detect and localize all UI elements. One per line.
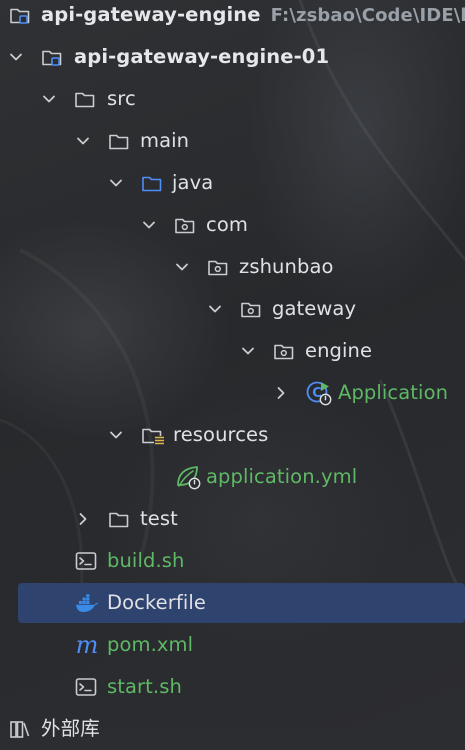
chevron-down-icon[interactable] — [141, 217, 157, 233]
module-folder-icon — [9, 4, 31, 26]
root-module-path: F:\zsbao\Code\IDE\bu — [270, 4, 465, 26]
resources-folder-icon — [141, 424, 167, 446]
tree-row-dockerfile[interactable]: Dockerfile — [0, 582, 465, 624]
tree-row-main[interactable]: main — [0, 120, 465, 162]
external-libraries-icon — [9, 718, 31, 740]
application-label: Application — [338, 381, 449, 404]
start-sh-label: start.sh — [107, 675, 182, 698]
java-label: java — [172, 171, 214, 194]
tree-row-external-libraries[interactable]: 外部库 — [0, 708, 465, 750]
chevron-down-icon[interactable] — [207, 301, 223, 317]
tree-row-com[interactable]: com — [0, 204, 465, 246]
tree-row-engine[interactable]: engine — [0, 330, 465, 372]
tree-row-build-sh[interactable]: build.sh — [0, 540, 465, 582]
shell-script-icon — [75, 676, 97, 698]
chevron-down-icon[interactable] — [75, 133, 91, 149]
spring-yaml-icon — [174, 463, 202, 491]
com-label: com — [206, 213, 248, 236]
tree-row-application-yml[interactable]: application.yml — [0, 456, 465, 498]
folder-icon — [74, 88, 96, 110]
tree-row-resources[interactable]: resources — [0, 414, 465, 456]
docker-icon — [75, 592, 99, 614]
engine-label: engine — [305, 339, 373, 362]
source-folder-icon — [141, 172, 163, 194]
root-module-label: api-gateway-engine F:\zsbao\Code\IDE\bu — [41, 0, 465, 36]
tree-row-pom-xml[interactable]: m pom.xml — [0, 624, 465, 666]
chevron-down-icon[interactable] — [8, 49, 24, 65]
tree-row-zshunbao[interactable]: zshunbao — [0, 246, 465, 288]
tree-row-module[interactable]: api-gateway-engine-01 — [0, 36, 465, 78]
module-folder-icon — [41, 46, 63, 68]
package-icon — [273, 340, 295, 362]
dockerfile-label: Dockerfile — [107, 591, 206, 614]
project-tree[interactable]: api-gateway-engine F:\zsbao\Code\IDE\bu a… — [0, 0, 465, 740]
src-label: src — [107, 87, 136, 110]
chevron-down-icon[interactable] — [174, 259, 190, 275]
package-icon — [174, 214, 196, 236]
tree-row-start-sh[interactable]: start.sh — [0, 666, 465, 708]
tree-row-java[interactable]: java — [0, 162, 465, 204]
module-label: api-gateway-engine-01 — [74, 45, 330, 68]
tree-row-application[interactable]: C Application — [0, 372, 465, 414]
maven-icon: m — [75, 631, 99, 659]
zshunbao-label: zshunbao — [239, 255, 334, 278]
chevron-right-icon[interactable] — [273, 385, 289, 401]
pom-xml-label: pom.xml — [107, 633, 194, 656]
folder-icon — [108, 130, 130, 152]
chevron-down-icon[interactable] — [41, 91, 57, 107]
test-label: test — [140, 507, 178, 530]
package-icon — [207, 256, 229, 278]
gateway-label: gateway — [272, 297, 357, 320]
chevron-down-icon[interactable] — [108, 427, 124, 443]
tree-row-gateway[interactable]: gateway — [0, 288, 465, 330]
chevron-down-icon[interactable] — [240, 343, 256, 359]
tree-row-root[interactable]: api-gateway-engine F:\zsbao\Code\IDE\bu — [0, 0, 465, 36]
resources-label: resources — [173, 423, 269, 446]
chevron-down-icon[interactable] — [108, 175, 124, 191]
root-module-name: api-gateway-engine — [41, 2, 261, 26]
chevron-right-icon[interactable] — [75, 511, 91, 527]
tree-row-src[interactable]: src — [0, 78, 465, 120]
main-label: main — [140, 129, 190, 152]
package-icon — [240, 298, 262, 320]
shell-script-icon — [75, 550, 97, 572]
external-libraries-label: 外部库 — [41, 717, 100, 740]
application-yml-label: application.yml — [206, 465, 358, 488]
spring-boot-class-icon: C — [305, 379, 333, 407]
folder-icon — [108, 508, 130, 530]
build-sh-label: build.sh — [107, 549, 185, 572]
tree-row-test[interactable]: test — [0, 498, 465, 540]
